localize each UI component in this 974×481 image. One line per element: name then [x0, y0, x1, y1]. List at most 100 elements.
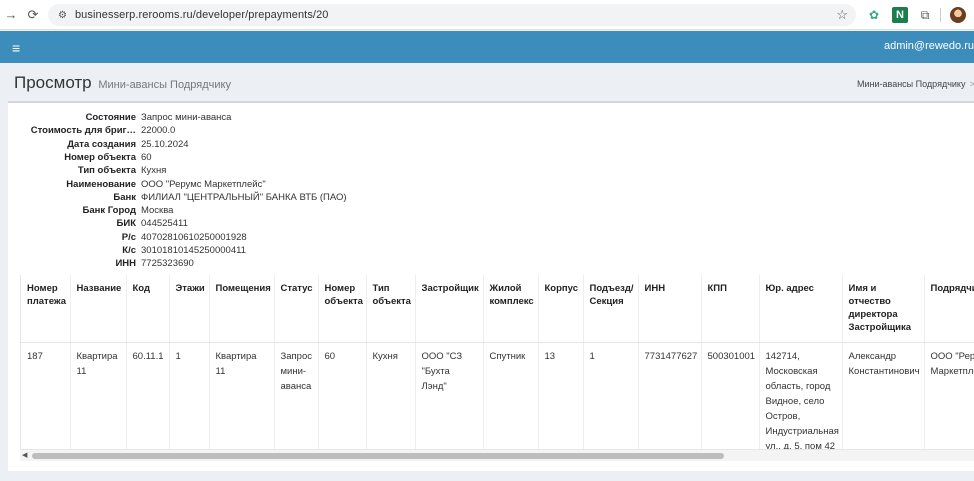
table-cell: 60 [318, 342, 367, 454]
page-title: Просмотр Мини-авансы Подрядчику [14, 73, 231, 93]
detail-value: Запрос мини-аванса [141, 112, 232, 123]
column-header[interactable]: Номер платежа [21, 275, 71, 343]
content-header: Просмотр Мини-авансы Подрядчику Мини-ава… [0, 64, 974, 100]
breadcrumb: Мини-авансы Подрядчику > [857, 79, 974, 89]
detail-label: Банк [113, 191, 136, 203]
extension-n-icon[interactable]: N [892, 7, 908, 23]
table-cell: ООО "СЗ "Бухта Лэнд" [415, 342, 484, 454]
app-header: ≡ admin@rewedo.ru [0, 31, 974, 63]
horizontal-scrollbar[interactable]: ◀ [20, 449, 974, 461]
table-cell: 500301001 [701, 342, 760, 454]
detail-value: Кухня [141, 165, 167, 177]
extensions-puzzle-icon[interactable]: ⧉ [917, 7, 933, 23]
detail-label: К/с [122, 245, 136, 256]
profile-avatar[interactable] [950, 7, 966, 23]
detail-row: Банк Город Москва [8, 204, 408, 217]
menu-toggle-icon[interactable]: ≡ [12, 40, 20, 56]
breadcrumb-separator: > [969, 79, 974, 89]
page-footer [0, 472, 974, 481]
column-header[interactable]: Застройщик [415, 275, 484, 343]
address-bar[interactable]: ⚙ businesserp.rerooms.ru/developer/prepa… [48, 4, 856, 26]
extension-icon[interactable]: ✿ [866, 7, 882, 23]
column-header[interactable]: Номер объекта [318, 275, 367, 343]
table-cell: 13 [538, 342, 584, 454]
column-header[interactable]: Жилой комплекс [483, 275, 539, 343]
user-menu[interactable]: admin@rewedo.ru [884, 40, 974, 52]
column-header[interactable]: Юр. адрес [759, 275, 843, 343]
scrollbar-thumb[interactable] [32, 453, 724, 459]
column-header[interactable]: Название [70, 275, 127, 343]
table-cell: Запрос мини-аванса [274, 342, 319, 454]
detail-label: Номер объекта [64, 151, 136, 163]
detail-label: Наименование [66, 178, 136, 190]
column-header[interactable]: Корпус [538, 275, 584, 343]
table-cell: 187 [21, 342, 71, 454]
page-subtitle: Мини-авансы Подрядчику [98, 79, 231, 91]
page-title-text: Просмотр [14, 73, 92, 92]
column-header[interactable]: Имя и отчество директора Застройщика [842, 275, 925, 343]
detail-row: К/с 30101810145250000411 [8, 244, 408, 257]
table-cell: Спутник [483, 342, 539, 454]
detail-label: Банк Город [82, 205, 136, 217]
detail-value: 22000.0 [141, 125, 176, 137]
detail-value: 7725323690 [141, 258, 194, 270]
items-table-container[interactable]: Номер платежа Название Код Этажи Помещения Ст… [20, 275, 974, 461]
column-header[interactable]: Статус [274, 275, 319, 343]
detail-row: Банк ФИЛИАЛ "ЦЕНТРАЛЬНЫЙ" БАНКА ВТБ (ПАО) [8, 191, 408, 204]
toolbar-divider [940, 8, 941, 22]
column-header[interactable]: Этажи [169, 275, 210, 343]
detail-row: Наименование ООО "Рерумс Маркетплейс" [8, 178, 408, 191]
reload-icon[interactable]: ⟳ [22, 7, 44, 23]
table-row[interactable]: 187 Квартира 11 60.11.1 1 Квартира 11 Запрос … [21, 342, 974, 454]
detail-label: БИК [116, 218, 136, 230]
table-cell: 1 [583, 342, 639, 454]
table-cell: 7731477627 [638, 342, 702, 454]
table-cell: 1 [169, 342, 210, 454]
detail-label: Тип объекта [77, 165, 136, 177]
detail-row: Номер объекта 60 [8, 151, 408, 164]
detail-row: Тип объекта Кухня [8, 164, 408, 177]
detail-row: БИК 044525411 [8, 217, 408, 230]
detail-value: 40702810610250001928 [141, 231, 247, 243]
detail-row: ИНН 7725323690 [8, 257, 408, 270]
detail-label: Состояние [85, 112, 136, 123]
detail-label: ИНН [115, 258, 136, 270]
column-header[interactable]: Код [126, 275, 170, 343]
scroll-left-icon[interactable]: ◀ [22, 451, 27, 459]
bookmark-star-icon[interactable]: ☆ [836, 7, 848, 23]
table-cell: 60.11.1 [126, 342, 170, 454]
column-header[interactable]: Подъезд/ Секция [583, 275, 639, 343]
column-header[interactable]: КПП [701, 275, 760, 343]
detail-value: 25.10.2024 [141, 138, 189, 150]
column-header[interactable]: Подрядчик [924, 275, 974, 343]
detail-box: Состояние Запрос мини-аванса Стоимость для… [8, 101, 974, 471]
detail-value: 60 [141, 151, 152, 163]
detail-value: ФИЛИАЛ "ЦЕНТРАЛЬНЫЙ" БАНКА ВТБ (ПАО) [141, 191, 347, 203]
detail-value: ООО "Рерумс Маркетплейс" [141, 178, 266, 190]
detail-value: 044525411 [141, 218, 188, 230]
forward-icon[interactable]: → [0, 7, 22, 22]
column-header[interactable]: Тип объекта [366, 275, 416, 343]
table-cell: ООО "Рерумс Маркетплейс" [924, 342, 974, 454]
browser-toolbar: → ⟳ ⚙ businesserp.rerooms.ru/developer/p… [0, 0, 974, 30]
column-header[interactable]: ИНН [638, 275, 702, 343]
url-text[interactable]: businesserp.rerooms.ru/developer/prepaym… [75, 9, 329, 21]
table-cell: Квартира 11 [209, 342, 275, 454]
detail-label: Дата создания [67, 138, 136, 150]
table-cell: 142714, Московская область, город Видное… [759, 342, 843, 454]
site-info-icon[interactable]: ⚙ [58, 10, 67, 21]
detail-label: Стоимость для бриг… [30, 125, 136, 137]
detail-row: Дата создания 25.10.2024 [8, 138, 408, 151]
detail-value: Москва [141, 205, 174, 217]
detail-row: Стоимость для бриг… 22000.0 [8, 124, 408, 137]
detail-value: 30101810145250000411 [141, 245, 246, 256]
detail-row: Состояние Запрос мини-аванса [8, 111, 408, 124]
table-cell: Александр Константинович [842, 342, 925, 454]
detail-row: Р/с 40702810610250001928 [8, 231, 408, 244]
table-cell: Кухня [366, 342, 416, 454]
detail-label: Р/с [121, 231, 136, 243]
breadcrumb-link[interactable]: Мини-авансы Подрядчику [857, 79, 965, 89]
table-cell: Квартира 11 [70, 342, 127, 454]
table-header-row: Номер платежа Название Код Этажи Помещения Ст… [21, 275, 974, 343]
column-header[interactable]: Помещения [209, 275, 275, 343]
